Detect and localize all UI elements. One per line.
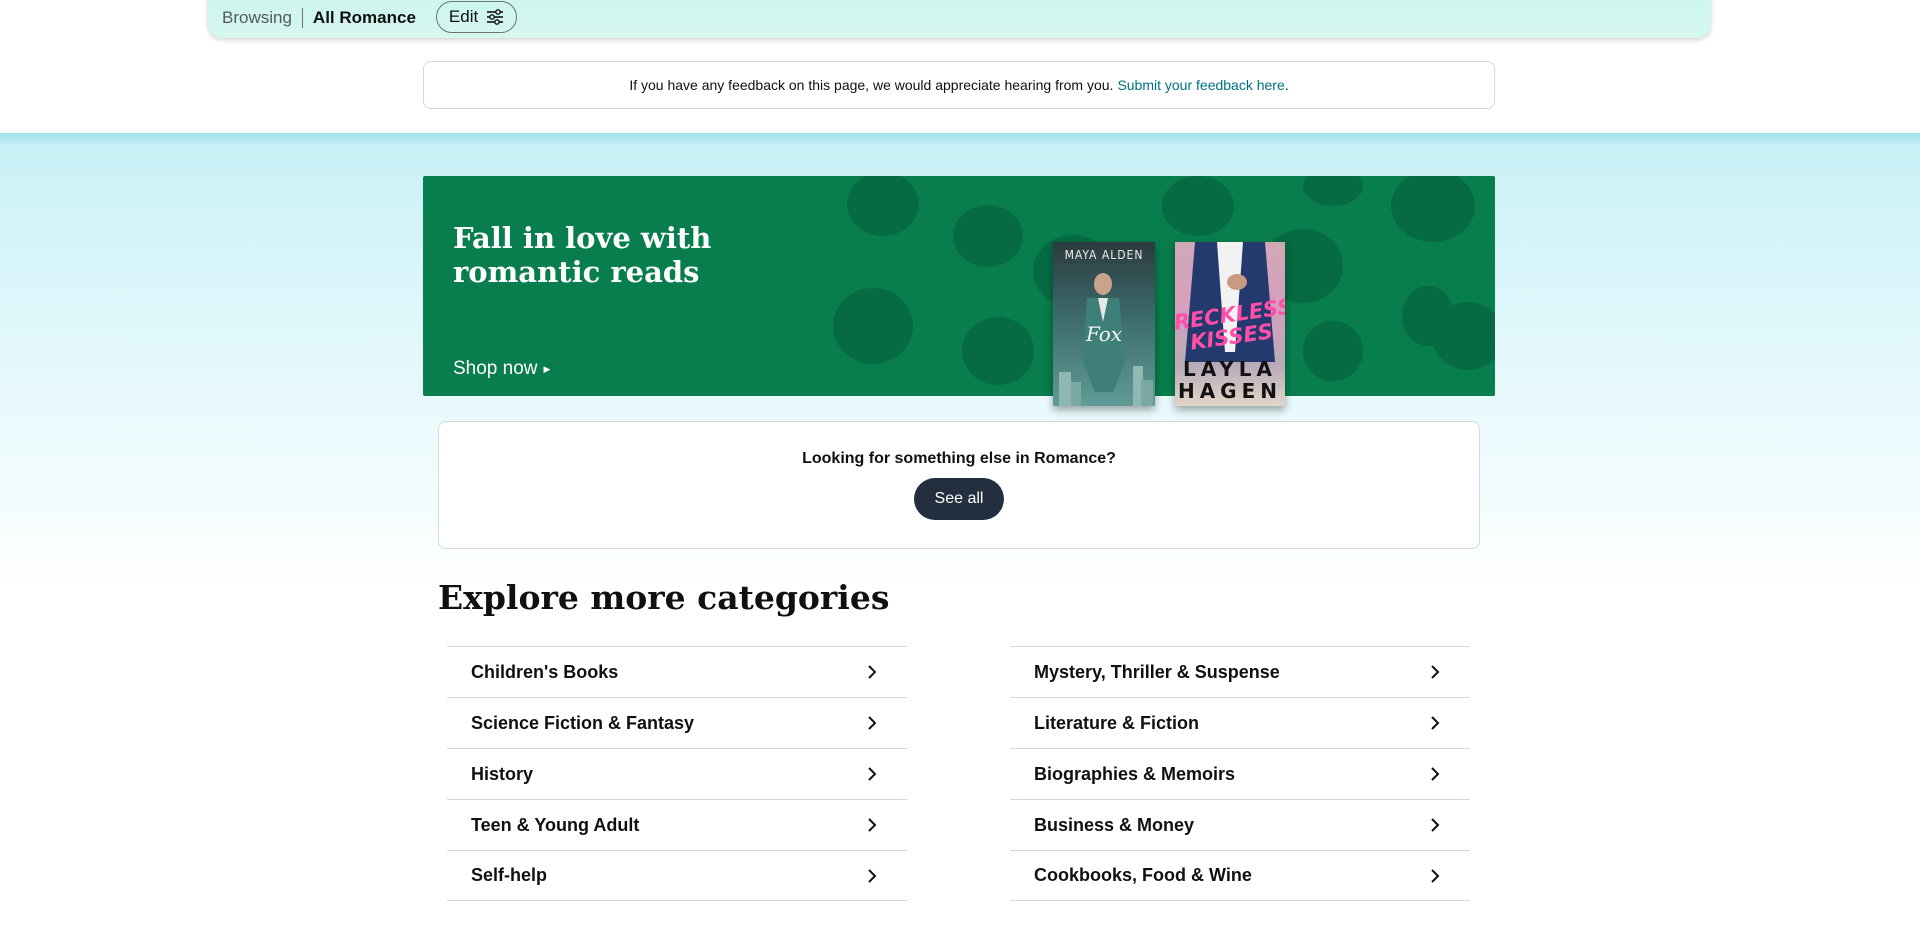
category-item[interactable]: Science Fiction & Fantasy bbox=[447, 697, 907, 748]
category-label: History bbox=[471, 763, 534, 784]
chevron-right-icon bbox=[1431, 767, 1440, 781]
see-all-button[interactable]: See all bbox=[914, 478, 1004, 520]
chevron-right-icon bbox=[1431, 665, 1440, 679]
category-label: Children's Books bbox=[471, 661, 619, 682]
category-label: Mystery, Thriller & Suspense bbox=[1034, 661, 1280, 682]
chevron-right-icon bbox=[868, 665, 877, 679]
browsing-label: Browsing bbox=[222, 8, 303, 28]
chevron-right-icon bbox=[868, 716, 877, 730]
book-cover[interactable]: RECKLESS KISSES LAYLA HAGEN bbox=[1175, 242, 1285, 406]
feedback-box: If you have any feedback on this page, w… bbox=[423, 61, 1495, 109]
feedback-text: If you have any feedback on this page, w… bbox=[629, 77, 1114, 93]
category-label: Business & Money bbox=[1034, 814, 1195, 835]
edit-button-label: Edit bbox=[448, 7, 479, 26]
caret-right-icon: ▶ bbox=[543, 363, 551, 374]
book-cover[interactable]: MAYA ALDEN Fox bbox=[1053, 242, 1155, 406]
promo-banner[interactable]: Fall in love with romantic reads Shop no… bbox=[423, 176, 1495, 406]
category-item[interactable]: History bbox=[447, 748, 907, 799]
category-list-left: Children's Books Science Fiction & Fanta… bbox=[447, 646, 907, 901]
category-item[interactable]: Teen & Young Adult bbox=[447, 799, 907, 850]
category-label: Biographies & Memoirs bbox=[1034, 763, 1236, 784]
category-label: Self-help bbox=[471, 865, 548, 885]
chevron-right-icon bbox=[1431, 868, 1440, 883]
chevron-right-icon bbox=[868, 767, 877, 781]
sliders-icon bbox=[487, 9, 504, 25]
category-item[interactable]: Literature & Fiction bbox=[1010, 697, 1470, 748]
shop-now-label: Shop now bbox=[453, 358, 538, 379]
book-title: Fox bbox=[1085, 322, 1123, 346]
category-item[interactable]: Biographies & Memoirs bbox=[1010, 748, 1470, 799]
category-item[interactable]: Business & Money bbox=[1010, 799, 1470, 850]
category-item[interactable]: Children's Books bbox=[447, 646, 907, 697]
category-item[interactable]: Self-help bbox=[447, 850, 907, 901]
see-all-question: Looking for something else in Romance? bbox=[802, 450, 1116, 467]
explore-title: Explore more categories bbox=[438, 578, 890, 617]
banner-title: Fall in love with romantic reads bbox=[453, 221, 712, 289]
chevron-right-icon bbox=[868, 868, 877, 883]
category-label: Science Fiction & Fantasy bbox=[471, 712, 695, 733]
chevron-right-icon bbox=[1431, 818, 1440, 832]
shop-now-link[interactable]: Shop now ▶ bbox=[453, 358, 550, 380]
category-label: Teen & Young Adult bbox=[471, 814, 640, 835]
category-item[interactable]: Cookbooks, Food & Wine bbox=[1010, 850, 1470, 901]
category-label: Literature & Fiction bbox=[1034, 712, 1200, 733]
chevron-right-icon bbox=[868, 818, 877, 832]
current-category-label[interactable]: All Romance bbox=[303, 8, 436, 28]
category-item[interactable]: Mystery, Thriller & Suspense bbox=[1010, 646, 1470, 697]
chevron-right-icon bbox=[1431, 716, 1440, 730]
feedback-period: . bbox=[1284, 77, 1289, 93]
see-all-box: Looking for something else in Romance? S… bbox=[438, 421, 1480, 549]
edit-button[interactable]: Edit bbox=[435, 1, 518, 33]
book-author: LAYLA HAGEN bbox=[1177, 357, 1283, 403]
browse-bar: Browsing All Romance Edit bbox=[208, 0, 1711, 38]
category-label: Cookbooks, Food & Wine bbox=[1034, 865, 1252, 885]
feedback-link[interactable]: Submit your feedback here bbox=[1117, 77, 1284, 93]
category-list-right: Mystery, Thriller & Suspense Literature … bbox=[1010, 646, 1470, 901]
